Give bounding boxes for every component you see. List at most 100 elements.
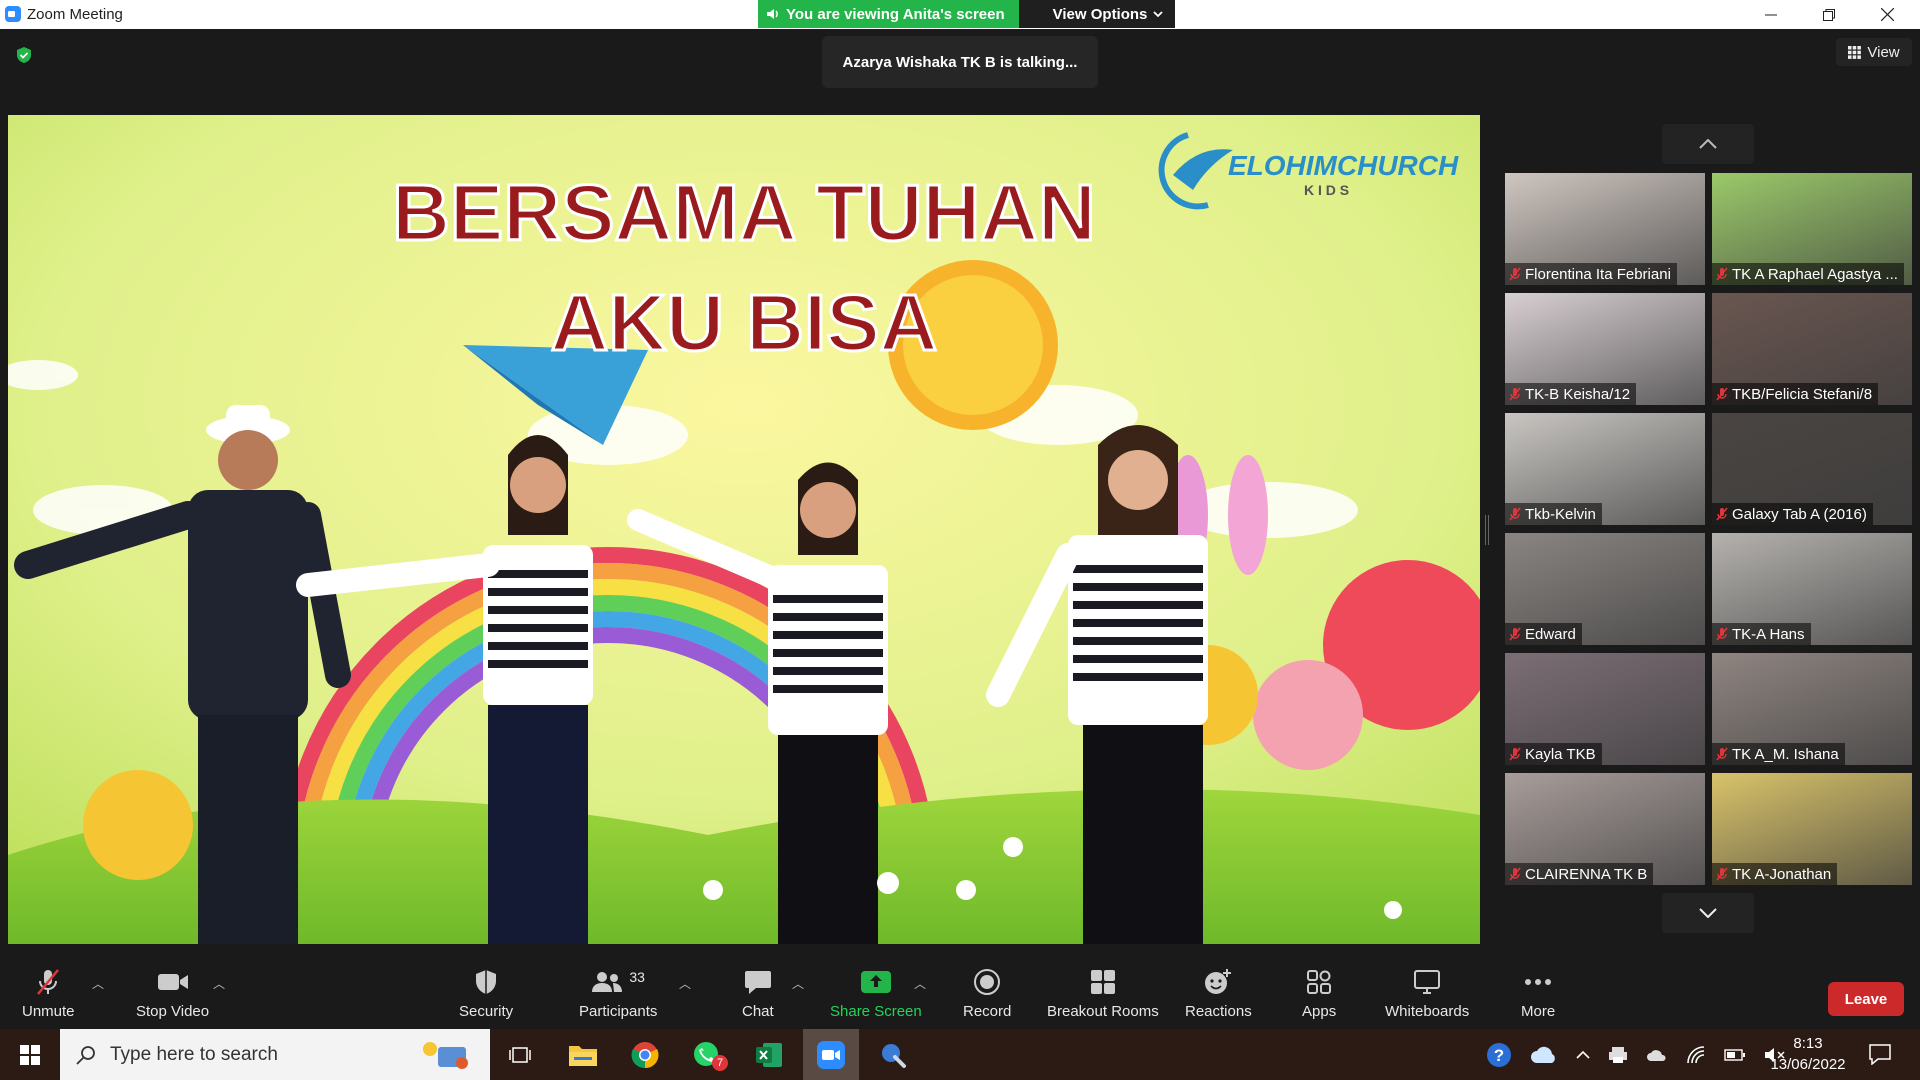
restore-icon — [1823, 8, 1835, 21]
search-placeholder: Type here to search — [110, 1043, 278, 1065]
onedrive-icon[interactable] — [1530, 1046, 1558, 1064]
security-shield-icon — [476, 970, 497, 994]
mic-muted-icon — [1509, 627, 1521, 641]
start-button[interactable] — [0, 1029, 60, 1080]
more-dots-icon — [1525, 979, 1552, 985]
encryption-shield-icon[interactable] — [15, 46, 33, 64]
chat-button[interactable]: Chat — [742, 967, 774, 1020]
apps-label: Apps — [1302, 1003, 1337, 1020]
participant-tile[interactable]: TK A Raphael Agastya ... — [1712, 173, 1912, 285]
wifi-icon[interactable] — [1686, 1045, 1706, 1064]
record-button[interactable]: Record — [963, 967, 1011, 1020]
chat-bubble-icon — [744, 971, 771, 994]
viewing-screen-indicator: You are viewing Anita's screen — [758, 0, 1019, 28]
support-app-button[interactable] — [870, 1037, 916, 1073]
participant-tile[interactable]: TK-B Keisha/12 — [1505, 293, 1705, 405]
chevron-down-icon — [1153, 11, 1164, 18]
participant-tile[interactable]: Kayla TKB — [1505, 653, 1705, 765]
participant-name-tag: TK A-Jonathan — [1712, 863, 1838, 885]
mic-muted-icon — [1509, 867, 1521, 881]
video-options-caret[interactable]: ︿ — [213, 975, 225, 992]
panel-resize-handle[interactable] — [1485, 515, 1489, 545]
battery-icon[interactable] — [1724, 1048, 1746, 1061]
participant-tile[interactable]: TK A_M. Ishana — [1712, 653, 1912, 765]
smiley-plus-icon — [1205, 969, 1232, 994]
shared-title-line2: AKU BISA — [551, 278, 938, 367]
share-options-caret[interactable]: ︿ — [914, 975, 926, 992]
cloud-icon[interactable] — [1646, 1048, 1668, 1062]
apps-button[interactable]: Apps — [1302, 967, 1336, 1020]
taskbar-clock[interactable]: 8:13 13/06/2022 — [1760, 1033, 1856, 1075]
reactions-label: Reactions — [1185, 1003, 1252, 1020]
participants-options-caret[interactable]: ︿ — [679, 975, 691, 992]
participants-count: 33 — [629, 969, 645, 985]
participant-tile[interactable]: Tkb-Kelvin — [1505, 413, 1705, 525]
whiteboards-button[interactable]: Whiteboards — [1385, 967, 1469, 1020]
chrome-button[interactable] — [622, 1037, 668, 1073]
gallery-page-up-button[interactable] — [1662, 124, 1754, 164]
restore-button[interactable] — [1800, 0, 1858, 29]
excel-button[interactable] — [746, 1037, 792, 1073]
viewing-screen-text: You are viewing Anita's screen — [786, 5, 1005, 23]
more-button[interactable]: More — [1521, 967, 1555, 1020]
breakout-rooms-button[interactable]: Breakout Rooms — [1047, 967, 1159, 1020]
participant-name: TKB/Felicia Stefani/8 — [1732, 385, 1873, 403]
participant-name-tag: Galaxy Tab A (2016) — [1712, 503, 1873, 525]
stop-video-button[interactable]: Stop Video — [136, 967, 209, 1020]
minimize-icon — [1765, 14, 1777, 15]
view-layout-button[interactable]: View — [1836, 38, 1912, 66]
participant-name-tag: TK-B Keisha/12 — [1505, 383, 1637, 405]
participant-name-tag: CLAIRENNA TK B — [1505, 863, 1654, 885]
chat-options-caret[interactable]: ︿ — [792, 975, 804, 992]
file-explorer-button[interactable] — [560, 1037, 606, 1073]
svg-text:K I D S: K I D S — [1304, 182, 1349, 198]
chrome-icon — [631, 1042, 659, 1069]
shared-screen[interactable]: BERSAMA TUHAN AKU BISA ELOHIMCHURCH K I … — [8, 115, 1480, 944]
participant-tile[interactable]: TK A-Jonathan — [1712, 773, 1912, 885]
whatsapp-button[interactable]: 7 — [684, 1037, 730, 1073]
grid-icon — [1848, 45, 1862, 59]
participant-name-tag: TKB/Felicia Stefani/8 — [1712, 383, 1879, 405]
leave-button[interactable]: Leave — [1828, 982, 1904, 1016]
mic-muted-icon — [1716, 387, 1728, 401]
participant-tile[interactable]: CLAIRENNA TK B — [1505, 773, 1705, 885]
participant-name: TK-B Keisha/12 — [1525, 385, 1631, 403]
mic-muted-icon — [37, 969, 60, 995]
participant-tile[interactable]: Florentina Ita Febriani — [1505, 173, 1705, 285]
task-view-button[interactable] — [497, 1037, 543, 1073]
reactions-button[interactable]: Reactions — [1185, 967, 1252, 1020]
audio-options-caret[interactable]: ︿ — [92, 975, 104, 992]
notifications-icon[interactable] — [1868, 1043, 1892, 1065]
participant-name-tag: TK-A Hans — [1712, 623, 1811, 645]
gallery-page-down-button[interactable] — [1662, 893, 1754, 933]
participant-tile[interactable]: Edward — [1505, 533, 1705, 645]
excel-icon — [756, 1043, 782, 1067]
zoom-window: Zoom Meeting You are viewing Anita's scr… — [0, 0, 1920, 1080]
title-bar: Zoom Meeting You are viewing Anita's scr… — [0, 0, 1920, 29]
participant-tile[interactable]: TK-A Hans — [1712, 533, 1912, 645]
windows-taskbar: Type here to search 7 ? 8:13 13/06/2022 — [0, 1029, 1920, 1080]
stop-video-label: Stop Video — [136, 1003, 210, 1020]
close-button[interactable] — [1858, 0, 1916, 29]
search-highlight-illustration — [423, 1042, 468, 1069]
record-icon — [974, 969, 1001, 995]
view-options-label: View Options — [1052, 5, 1148, 23]
unmute-button[interactable]: Unmute — [22, 967, 75, 1020]
mic-muted-icon — [1509, 507, 1521, 521]
whiteboard-icon — [1414, 970, 1441, 994]
printer-icon[interactable] — [1608, 1046, 1628, 1064]
help-icon[interactable]: ? — [1486, 1042, 1512, 1068]
participant-tile[interactable]: TKB/Felicia Stefani/8 — [1712, 293, 1912, 405]
security-button[interactable]: Security — [459, 967, 513, 1020]
participant-name-tag: Tkb-Kelvin — [1505, 503, 1602, 525]
chevron-up-icon[interactable] — [1576, 1050, 1590, 1059]
view-options-button[interactable]: View Options — [1018, 0, 1176, 28]
participants-label: Participants — [579, 1003, 658, 1020]
view-button-label: View — [1867, 43, 1900, 61]
taskbar-search-box[interactable]: Type here to search — [60, 1029, 490, 1080]
participant-tile[interactable]: Galaxy Tab A (2016) — [1712, 413, 1912, 525]
zoom-taskbar-button[interactable] — [808, 1037, 854, 1073]
participants-button[interactable]: 33 Participants — [579, 967, 657, 1020]
share-screen-button[interactable]: Share Screen — [830, 967, 922, 1020]
minimize-button[interactable] — [1742, 0, 1800, 29]
